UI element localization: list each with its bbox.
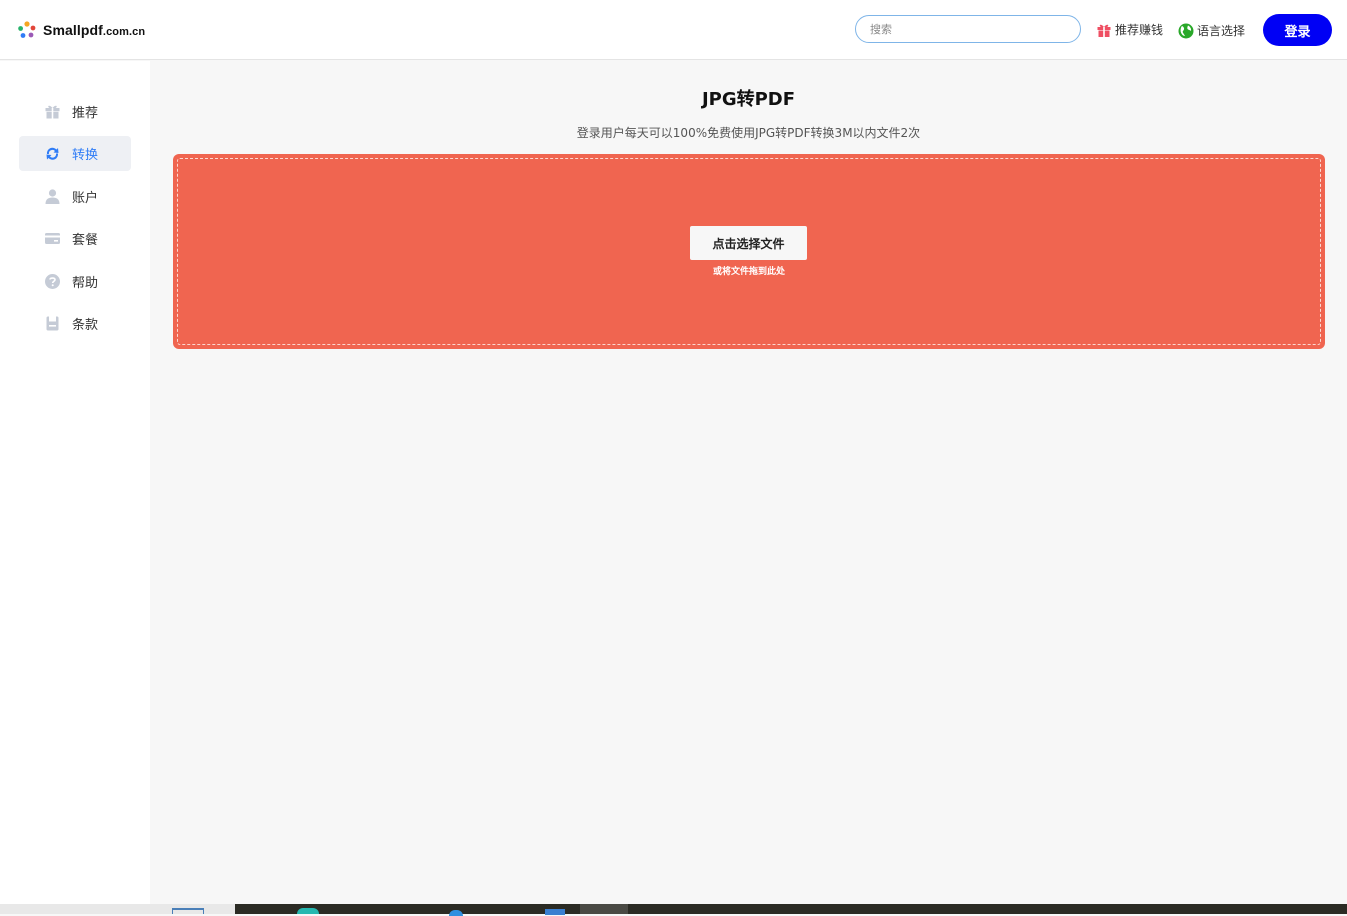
logo-icon [18,21,36,38]
login-button[interactable]: 登录 [1263,14,1332,46]
logo[interactable]: Smallpdf.com.cn [17,20,145,40]
sidebar-item-convert[interactable]: 转换 [19,136,131,171]
help-icon [45,274,60,289]
language-selector[interactable]: 语言选择 [1178,22,1245,39]
convert-icon [46,147,59,160]
gift-icon [45,105,60,119]
taskbar-app-icon[interactable] [545,909,565,915]
sidebar-item-label: 转换 [72,148,99,163]
sidebar-item-account[interactable]: 账户 [19,179,131,214]
logo-text: Smallpdf.com.cn [43,22,146,38]
taskbar-app-icon[interactable] [449,910,463,916]
sidebar-item-label: 套餐 [72,233,99,248]
gift-icon [1097,24,1111,37]
taskbar-app-icon[interactable] [297,908,319,914]
user-icon [45,189,60,204]
sidebar-item-plans[interactable]: 套餐 [19,221,131,256]
choose-file-button[interactable]: 点击选择文件 [690,226,807,260]
taskbar-dark-area [235,904,1347,916]
taskbar-active-app[interactable] [580,904,628,914]
search-input[interactable] [855,15,1081,43]
file-dropzone[interactable]: 点击选择文件 或将文件拖到此处 [173,154,1325,349]
main-content: JPG转PDF 登录用户每天可以100%免费使用JPG转PDF转换3M以内文件2… [150,61,1347,904]
sidebar-item-label: 账户 [72,191,99,206]
globe-icon [1178,23,1194,38]
page-subtitle: 登录用户每天可以100%免费使用JPG转PDF转换3M以内文件2次 [576,126,921,140]
sidebar-item-label: 帮助 [72,276,99,291]
referral-label: 推荐赚钱 [1115,23,1164,37]
sidebar: 推荐 转换 账户 套餐 帮助 条款 [0,61,150,904]
sidebar-item-recommend[interactable]: 推荐 [19,94,131,129]
taskbar [0,904,1347,916]
drag-hint: 或将文件拖到此处 [712,267,785,277]
referral-link[interactable]: 推荐赚钱 [1096,21,1163,38]
language-label: 语言选择 [1197,24,1246,38]
document-icon [46,316,59,331]
top-header: Smallpdf.com.cn 推荐赚钱 语言选择 登录 [0,0,1347,60]
sidebar-item-terms[interactable]: 条款 [19,306,131,341]
page-title: JPG转PDF [701,89,796,110]
card-icon [45,233,60,244]
sidebar-item-label: 推荐 [72,106,99,121]
sidebar-item-help[interactable]: 帮助 [19,264,131,299]
taskbar-window-icon[interactable] [172,908,204,914]
logo-suffix: .com.cn [102,26,146,38]
sidebar-item-label: 条款 [72,318,99,333]
